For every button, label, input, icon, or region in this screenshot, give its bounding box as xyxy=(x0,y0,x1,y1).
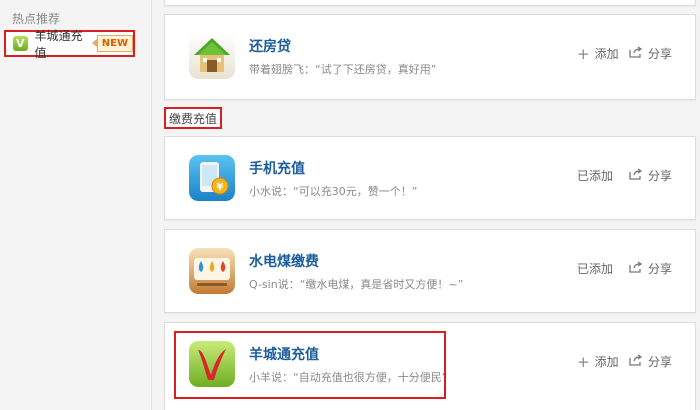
app-name[interactable]: 还房贷 xyxy=(249,36,291,56)
share-button[interactable]: 分享 xyxy=(629,260,672,277)
share-icon xyxy=(629,168,643,183)
add-button[interactable]: + 添加 xyxy=(577,353,619,370)
app-desc: Q-sin说：“缴水电煤，真是省时又方便！~” xyxy=(249,278,464,291)
added-status: 已添加 xyxy=(577,260,613,277)
share-button[interactable]: 分享 xyxy=(629,45,672,62)
app-card: 还房贷 带着翅膀飞：“试了下还房贷，真好用” + 添加 分享 xyxy=(164,14,696,100)
sidebar-item-yangchengtong[interactable]: V 羊城通充值 NEW xyxy=(4,29,135,60)
app-desc: 带着翅膀飞：“试了下还房贷，真好用” xyxy=(249,63,437,76)
share-label: 分享 xyxy=(648,47,673,61)
highlight-box xyxy=(174,331,446,399)
share-icon xyxy=(629,354,643,369)
v-logo-icon: V xyxy=(13,36,28,51)
plus-icon: + xyxy=(577,352,590,371)
add-label: 添加 xyxy=(594,355,619,369)
share-icon xyxy=(629,46,643,61)
sidebar-item-label: 羊城通充值 xyxy=(34,28,83,60)
phone-coin-icon[interactable]: ¥ xyxy=(189,155,235,201)
main-content: 还房贷 带着翅膀飞：“试了下还房贷，真好用” + 添加 分享 缴费充值 ¥ 手机充… xyxy=(152,0,700,410)
added-label: 已添加 xyxy=(577,262,614,276)
share-label: 分享 xyxy=(648,355,673,369)
add-label: 添加 xyxy=(594,47,619,61)
previous-card-edge xyxy=(164,0,696,6)
share-icon xyxy=(629,261,643,276)
plus-icon: + xyxy=(577,44,590,63)
app-name[interactable]: 手机充值 xyxy=(249,158,305,178)
add-button[interactable]: + 添加 xyxy=(577,45,619,62)
sidebar-section-title: 热点推荐 xyxy=(12,12,61,26)
app-card: 水电煤缴费 Q-sin说：“缴水电煤，真是省时又方便！~” 已添加 分享 xyxy=(164,229,696,313)
app-card: ¥ 手机充值 小水说：“可以充30元，赞一个！” 已添加 分享 xyxy=(164,136,696,220)
house-icon[interactable] xyxy=(189,33,235,79)
app-name[interactable]: 水电煤缴费 xyxy=(249,251,319,271)
new-badge: NEW xyxy=(91,35,133,52)
left-sidebar: 热点推荐 V 羊城通充值 NEW xyxy=(0,0,152,410)
share-label: 分享 xyxy=(648,262,673,276)
share-button[interactable]: 分享 xyxy=(629,167,672,184)
app-desc: 小水说：“可以充30元，赞一个！” xyxy=(249,185,418,198)
share-label: 分享 xyxy=(648,169,673,183)
share-button[interactable]: 分享 xyxy=(629,353,672,370)
added-label: 已添加 xyxy=(577,169,614,183)
svg-text:¥: ¥ xyxy=(217,182,224,193)
utilities-icon[interactable] xyxy=(189,248,235,294)
added-status: 已添加 xyxy=(577,167,613,184)
section-label: 缴费充值 xyxy=(164,107,222,129)
